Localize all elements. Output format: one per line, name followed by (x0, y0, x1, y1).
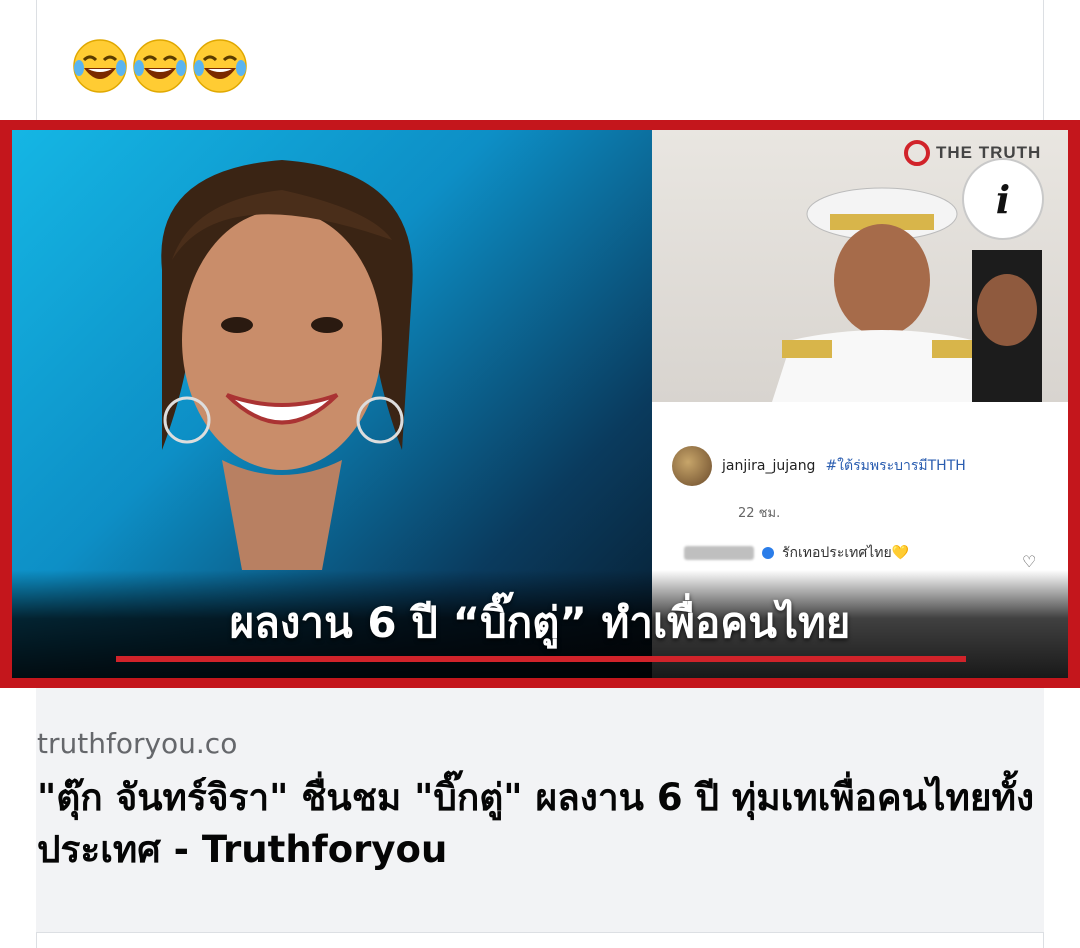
link-domain: truthforyou.co (37, 727, 238, 760)
woman-portrait (132, 150, 432, 570)
avatar (672, 446, 712, 486)
blurred-username (684, 546, 754, 560)
instagram-post-header: janjira_jujang #ใต้ร่มพระบารมีTHTH (672, 446, 966, 486)
face-with-tears-of-joy-icon (72, 38, 128, 94)
face-with-tears-of-joy-icon (192, 38, 248, 94)
ig-timestamp: 22 ชม. (738, 506, 781, 521)
heart-icon: ♡ (1022, 552, 1037, 571)
divider (36, 932, 1044, 933)
ig-comment-text: รักเทอประเทศไทย💛 (782, 545, 910, 561)
post-text (72, 36, 248, 96)
ig-username: janjira_jujang (722, 458, 816, 474)
image-headline: ผลงาน 6 ปี “บิ๊กตู่” ทำเพื่อคนไทย (229, 598, 851, 647)
headline-underline (116, 656, 966, 662)
verified-icon (762, 547, 774, 559)
face-with-tears-of-joy-icon (132, 38, 188, 94)
ig-hashtag: #ใต้ร่มพระบารมีTHTH (825, 458, 966, 474)
link-preview-image[interactable]: THE TRUTH janjira_jujang #ใต้ร่มพระบารมี… (0, 120, 1080, 688)
link-title[interactable]: "ตุ๊ก จันทร์จิรา" ชื่นชม "บิ๊กตู่" ผลงาน… (37, 772, 1037, 876)
info-icon[interactable]: i (962, 158, 1044, 240)
image-content: THE TRUTH janjira_jujang #ใต้ร่มพระบารมี… (12, 130, 1068, 688)
ig-comment: รักเทอประเทศไทย💛 (684, 542, 909, 564)
